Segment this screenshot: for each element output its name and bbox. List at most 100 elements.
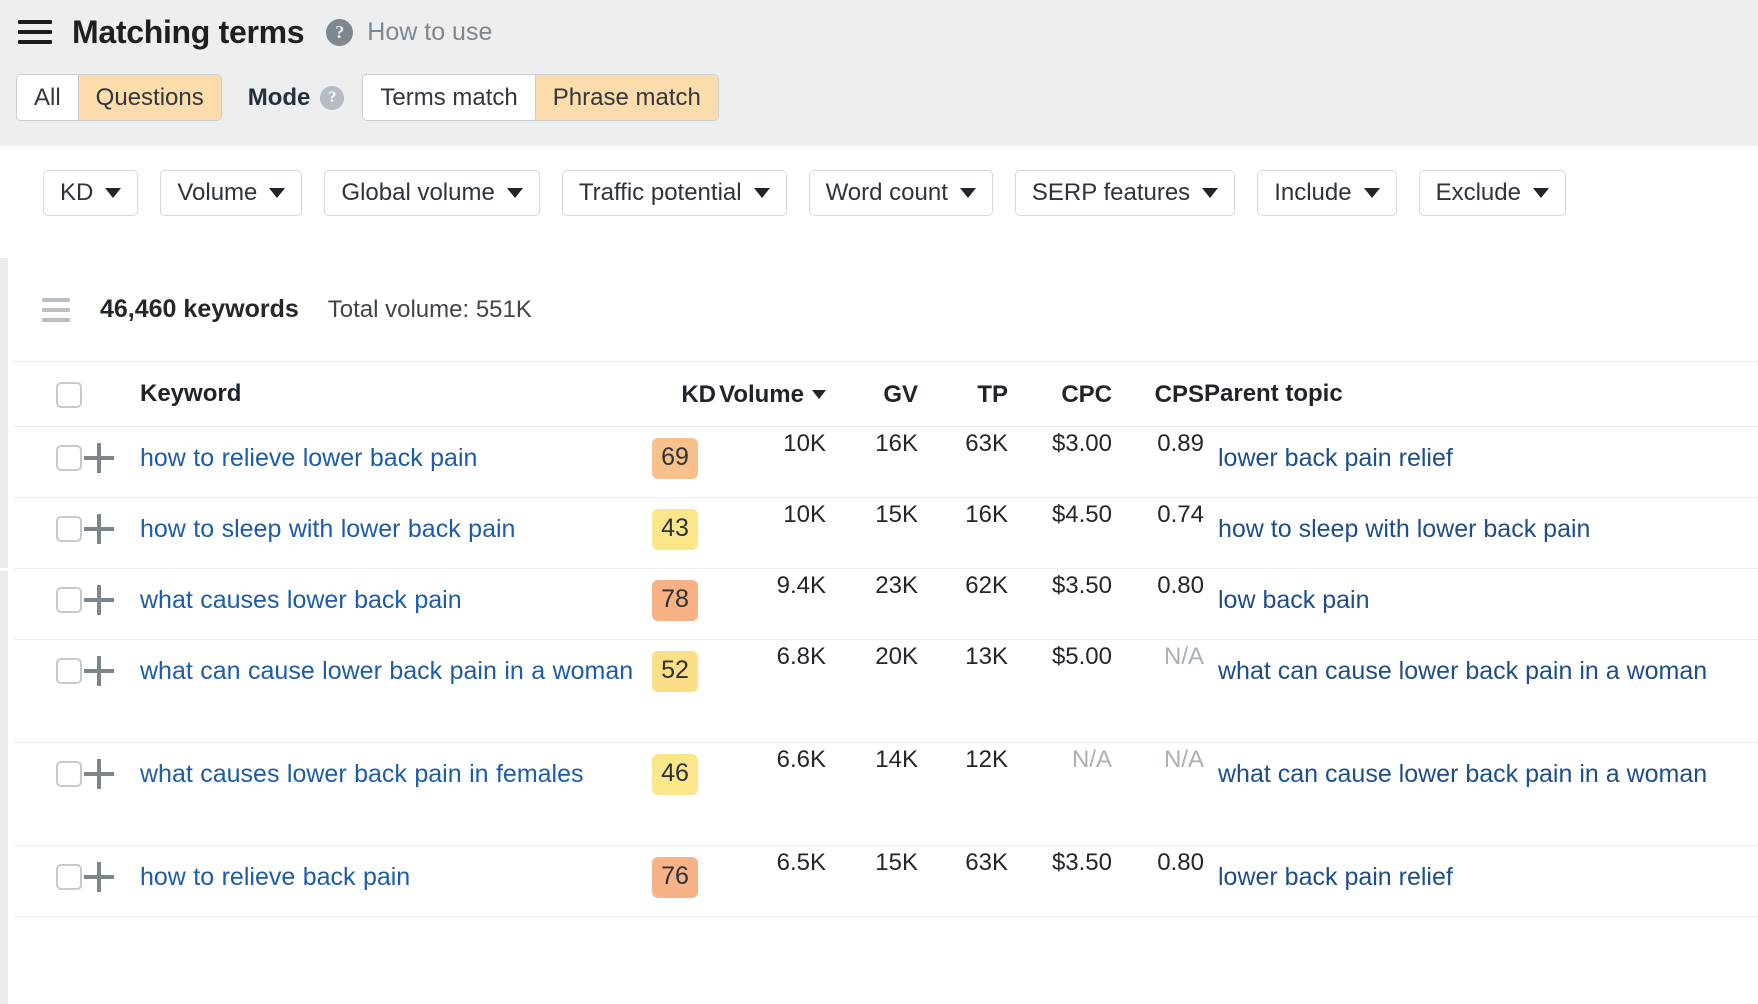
column-header-cpc[interactable]: CPC (1008, 362, 1112, 427)
tab-all[interactable]: All (17, 75, 79, 120)
row-expand-cell (84, 743, 140, 846)
chevron-down-icon (507, 188, 523, 198)
keyword-link[interactable]: what causes lower back pain in females (140, 743, 634, 791)
parent-topic-link[interactable]: how to sleep with lower back pain (1204, 498, 1758, 546)
parent-topic-link[interactable]: what can cause lower back pain in a woma… (1204, 640, 1758, 688)
column-header-cps[interactable]: CPS (1112, 362, 1204, 427)
cell-kd: 69 (634, 427, 716, 498)
cell-kd: 43 (634, 498, 716, 569)
left-edge-gutter (0, 258, 8, 1004)
cell-gv: 15K (826, 498, 918, 569)
how-to-use-link[interactable]: How to use (367, 18, 492, 47)
keywords-table-card: 46,460 keywords Total volume: 551K Keywo… (14, 258, 1758, 1004)
cell-keyword: what causes lower back pain in females (140, 743, 634, 846)
column-header-volume[interactable]: Volume (716, 362, 826, 427)
top-bar: Matching terms ? How to use All Question… (0, 0, 1758, 146)
cell-volume: 9.4K (716, 569, 826, 640)
keyword-link[interactable]: what can cause lower back pain in a woma… (140, 640, 634, 688)
tab-phrase-match[interactable]: Phrase match (536, 75, 718, 120)
select-all-cell (14, 362, 84, 427)
mode-label: Mode (248, 84, 311, 112)
table-summary-bar: 46,460 keywords Total volume: 551K (14, 258, 1758, 362)
keyword-link[interactable]: how to relieve lower back pain (140, 427, 634, 475)
column-header-gv[interactable]: GV (826, 362, 918, 427)
filter-traffic-potential[interactable]: Traffic potential (562, 170, 787, 216)
parent-topic-link[interactable]: low back pain (1204, 569, 1758, 617)
plus-icon[interactable] (84, 514, 114, 544)
table-row[interactable]: what can cause lower back pain in a woma… (14, 640, 1758, 743)
title-row: Matching terms ? How to use (18, 6, 492, 58)
row-expand-cell (84, 427, 140, 498)
parent-topic-link[interactable]: lower back pain relief (1204, 427, 1758, 475)
tab-questions[interactable]: Questions (79, 75, 221, 120)
cell-cps: 0.80 (1112, 569, 1204, 640)
row-checkbox[interactable] (56, 445, 82, 471)
chevron-down-icon (1533, 188, 1549, 198)
filter-serp-features[interactable]: SERP features (1015, 170, 1235, 216)
filter-word-count[interactable]: Word count (809, 170, 993, 216)
filter-exclude-label: Exclude (1436, 179, 1521, 207)
kd-badge: 52 (652, 651, 698, 692)
row-checkbox[interactable] (56, 761, 82, 787)
keyword-link[interactable]: how to sleep with lower back pain (140, 498, 634, 546)
table-row[interactable]: how to relieve lower back pain 69 10K 16… (14, 427, 1758, 498)
cell-gv: 16K (826, 427, 918, 498)
filter-volume[interactable]: Volume (160, 170, 302, 216)
table-row[interactable]: how to relieve back pain 76 6.5K 15K 63K… (14, 846, 1758, 917)
hamburger-icon[interactable] (18, 17, 52, 47)
help-question-icon[interactable]: ? (326, 19, 353, 46)
column-header-kd[interactable]: KD (634, 362, 716, 427)
filter-kd[interactable]: KD (43, 170, 138, 216)
plus-icon[interactable] (84, 759, 114, 789)
cell-tp: 13K (918, 640, 1008, 743)
cell-kd: 76 (634, 846, 716, 917)
filter-global-volume[interactable]: Global volume (324, 170, 539, 216)
table-row[interactable]: what causes lower back pain 78 9.4K 23K … (14, 569, 1758, 640)
kd-badge: 78 (652, 580, 698, 621)
column-header-tp[interactable]: TP (918, 362, 1008, 427)
mode-help-icon[interactable]: ? (320, 86, 344, 110)
row-checkbox[interactable] (56, 864, 82, 890)
kd-badge: 46 (652, 754, 698, 795)
cell-gv: 20K (826, 640, 918, 743)
row-expand-cell (84, 640, 140, 743)
row-checkbox[interactable] (56, 658, 82, 684)
parent-topic-link[interactable]: what can cause lower back pain in a woma… (1204, 743, 1758, 791)
table-row[interactable]: what causes lower back pain in females 4… (14, 743, 1758, 846)
scope-segmented-control: All Questions (16, 74, 222, 121)
parent-topic-link[interactable]: lower back pain relief (1204, 846, 1758, 894)
cell-cpc: $5.00 (1008, 640, 1112, 743)
row-checkbox[interactable] (56, 516, 82, 542)
cell-parent-topic: how to sleep with lower back pain (1204, 498, 1758, 569)
column-header-keyword[interactable]: Keyword (140, 362, 634, 427)
select-all-checkbox[interactable] (56, 382, 82, 408)
column-header-parent-topic[interactable]: Parent topic (1204, 362, 1758, 427)
row-expand-cell (84, 846, 140, 917)
total-volume: Total volume: 551K (328, 296, 532, 324)
filter-traffic-potential-label: Traffic potential (579, 179, 742, 207)
plus-icon[interactable] (84, 862, 114, 892)
expand-header-cell (84, 362, 140, 427)
filter-exclude[interactable]: Exclude (1419, 170, 1566, 216)
cell-parent-topic: lower back pain relief (1204, 846, 1758, 917)
row-select-cell (14, 743, 84, 846)
table-row[interactable]: how to sleep with lower back pain 43 10K… (14, 498, 1758, 569)
keyword-link[interactable]: what causes lower back pain (140, 569, 634, 617)
kd-badge: 76 (652, 857, 698, 898)
cell-tp: 63K (918, 846, 1008, 917)
list-options-icon[interactable] (42, 298, 70, 322)
plus-icon[interactable] (84, 656, 114, 686)
cell-cps: 0.74 (1112, 498, 1204, 569)
plus-icon[interactable] (84, 443, 114, 473)
tab-terms-match[interactable]: Terms match (363, 75, 535, 120)
row-checkbox[interactable] (56, 587, 82, 613)
keyword-link[interactable]: how to relieve back pain (140, 846, 634, 894)
plus-icon[interactable] (84, 585, 114, 615)
filter-kd-label: KD (60, 179, 93, 207)
cell-volume: 6.8K (716, 640, 826, 743)
filter-serp-features-label: SERP features (1032, 179, 1190, 207)
cell-tp: 12K (918, 743, 1008, 846)
filter-include[interactable]: Include (1257, 170, 1396, 216)
chevron-down-icon (269, 188, 285, 198)
chevron-down-icon (960, 188, 976, 198)
